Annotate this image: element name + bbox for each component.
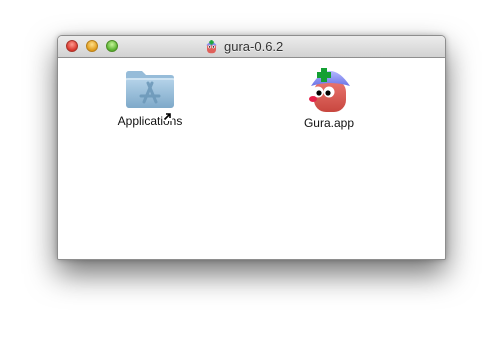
gura-app-item[interactable]: Gura.app: [274, 64, 384, 130]
minimize-button[interactable]: [86, 40, 98, 52]
window-title-group: gura-0.6.2: [204, 38, 283, 55]
applications-alias-item[interactable]: Applications: [95, 68, 205, 128]
gura-app-icon: [309, 68, 350, 112]
zoom-button[interactable]: [106, 40, 118, 52]
finder-window: gura-0.6.2 Applications Gura.app: [57, 35, 446, 260]
applications-folder-icon: [126, 71, 174, 108]
title-bar[interactable]: gura-0.6.2: [58, 36, 445, 58]
alias-arrow-icon: [163, 112, 172, 121]
gura-app-label: Gura.app: [303, 116, 355, 130]
close-button[interactable]: [66, 40, 78, 52]
window-content: Applications Gura.app: [58, 58, 445, 259]
applications-label: Applications: [117, 114, 183, 128]
window-title: gura-0.6.2: [224, 39, 284, 54]
gura-title-icon: [206, 40, 217, 54]
